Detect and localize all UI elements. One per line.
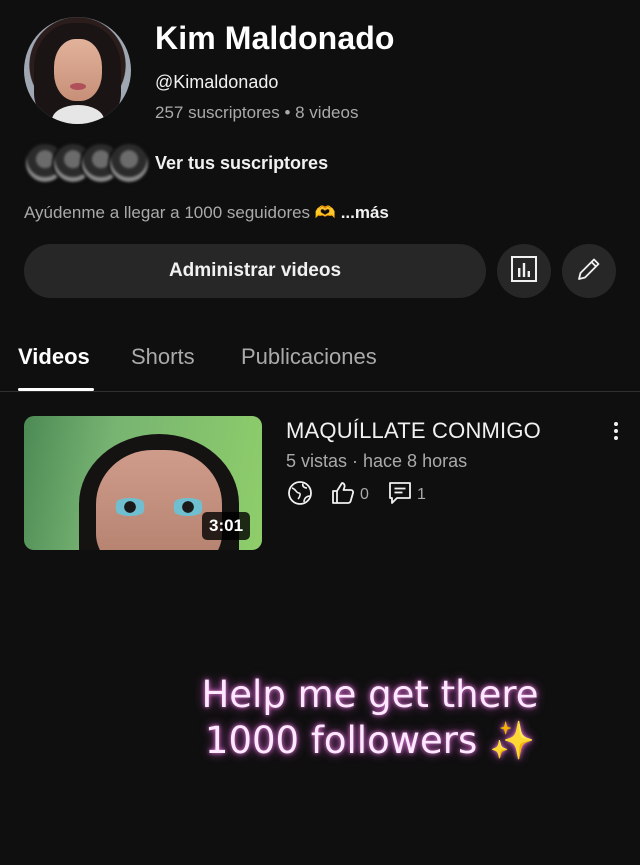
tab-videos[interactable]: Videos [18, 344, 90, 370]
bar-chart-icon [510, 255, 538, 288]
video-duration-badge: 3:01 [202, 512, 251, 540]
view-subscribers-link[interactable]: Ver tus suscriptores [155, 153, 328, 174]
channel-stats: 257 suscriptores • 8 videos [155, 103, 359, 122]
description-more-link[interactable]: ...más [341, 203, 389, 222]
subscriber-avatars[interactable] [24, 142, 150, 184]
tab-publicaciones[interactable]: Publicaciones [241, 344, 377, 370]
channel-name: Kim Maldonado [155, 20, 395, 56]
thumbs-up-icon [330, 480, 356, 511]
tabs-divider [0, 391, 640, 392]
video-visibility [287, 480, 313, 511]
video-more-menu-button[interactable] [606, 420, 626, 442]
kebab-dot [614, 422, 618, 426]
description-text: Ayúdenme a llegar a 1000 seguidores 🫶 [24, 203, 336, 222]
comment-count: 1 [417, 486, 426, 503]
tab-shorts[interactable]: Shorts [131, 344, 195, 370]
comment-icon [387, 480, 413, 511]
globe-icon [287, 480, 313, 511]
promo-line-1: Help me get there [201, 673, 539, 716]
subscriber-avatar [108, 142, 150, 184]
edit-channel-button[interactable] [562, 244, 616, 298]
kebab-dot [614, 436, 618, 440]
promo-overlay-text: Help me get there 1000 followers ✨ [120, 672, 620, 764]
promo-line-2: 1000 followers ✨ [204, 719, 536, 762]
video-title[interactable]: MAQUÍLLATE CONMIGO [286, 418, 541, 444]
video-meta: 5 vistas · hace 8 horas [286, 451, 468, 471]
channel-handle: @Kimaldonado [155, 72, 279, 92]
video-likes: 0 [330, 481, 369, 509]
manage-videos-button[interactable]: Administrar videos [24, 244, 486, 298]
channel-description[interactable]: Ayúdenme a llegar a 1000 seguidores 🫶 ..… [24, 203, 389, 223]
pencil-icon [575, 255, 603, 288]
like-count: 0 [360, 486, 369, 503]
kebab-dot [614, 429, 618, 433]
video-comments: 1 [387, 481, 426, 509]
analytics-button[interactable] [497, 244, 551, 298]
channel-avatar[interactable] [24, 17, 131, 124]
